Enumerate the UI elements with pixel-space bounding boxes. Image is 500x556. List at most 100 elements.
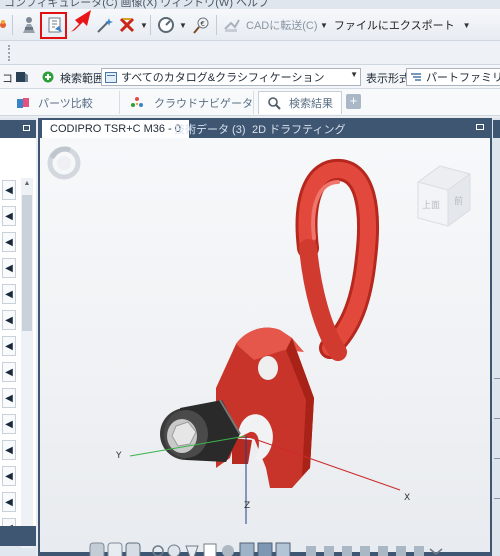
cad-transfer-button[interactable]: CADに転送(C) (222, 14, 318, 36)
toolbar-figure-icon[interactable] (18, 14, 40, 36)
search-scope-select[interactable]: すべてのカタログ&クラシフィケーション ▼ (101, 68, 361, 86)
list-item[interactable]: ◀ (2, 336, 16, 356)
lifting-ring (295, 159, 379, 361)
3d-canvas[interactable]: 上面 前 Y X Z (40, 138, 490, 556)
toolbar-grip[interactable] (8, 45, 10, 61)
tab-2d-drafting-label: 2D ドラフティング (252, 124, 346, 136)
display-format-value: パートファミリと個 (426, 72, 500, 84)
list-item[interactable]: ◀ (2, 414, 16, 434)
list-item[interactable]: ◀ (2, 388, 16, 408)
chevron-down-icon[interactable]: ▼ (350, 70, 358, 79)
left-panel: ◀ ◀ ◀ ◀ ◀ ◀ ◀ ◀ ◀ ◀ ◀ ◀ ◀ ◀ ▲ ▼ (0, 118, 36, 556)
view-toolbar (88, 540, 448, 556)
tab-cloud-navigator-label: クラウドナビゲータ (154, 97, 253, 110)
view-right-icon[interactable] (360, 546, 370, 556)
display-format-label: 表示形式 (366, 73, 410, 85)
view-cube[interactable]: 上面 前 (416, 165, 472, 227)
list-item[interactable]: ◀ (2, 232, 16, 252)
axis-z-label: Z (244, 501, 250, 511)
display-mode-3-icon[interactable] (275, 542, 291, 556)
view-back-icon[interactable] (324, 546, 334, 556)
tab-search-results-label: 検索結果 (289, 98, 333, 110)
tab-search-results[interactable]: 検索結果 (258, 91, 342, 114)
cylinder-shaded-icon[interactable] (89, 542, 105, 556)
divider (494, 498, 500, 499)
divider (494, 418, 500, 419)
search-scope-label: 検索範囲 (60, 73, 104, 85)
maximize-icon[interactable] (476, 124, 484, 130)
main-toolbar: ▼ ▼ € CADに転送(C) ▼ ファイルにエクスポート ▼ (0, 9, 500, 41)
list-item[interactable]: ◀ (2, 310, 16, 330)
view-toolbar-icons (89, 542, 443, 556)
export-button[interactable]: ▼ ファイルにエクスポート ▼ (318, 14, 471, 36)
tab-parts-compare-label: パーツ比較 (38, 97, 93, 110)
cad-transfer-icon (224, 19, 240, 32)
left-panel-header (0, 120, 36, 138)
svg-text:€: € (201, 20, 205, 28)
left-panel-footer (0, 526, 36, 546)
chevron-down-icon[interactable]: ▼ (179, 21, 187, 30)
list-item[interactable]: ◀ (2, 258, 16, 278)
left-panel-body: ◀ ◀ ◀ ◀ ◀ ◀ ◀ ◀ ◀ ◀ ◀ ◀ ◀ ◀ ▲ ▼ (0, 138, 36, 548)
tab-2d-drafting[interactable]: 2D ドラフティング (244, 120, 353, 138)
chevron-down-icon[interactable] (429, 548, 443, 555)
add-circle-icon[interactable] (42, 71, 54, 83)
left-panel-scrollbar[interactable]: ▲ ▼ (21, 178, 33, 548)
view-front-icon[interactable] (306, 546, 316, 556)
rotate-icon[interactable] (167, 544, 181, 556)
list-item[interactable]: ◀ (2, 466, 16, 486)
scrollbar-thumb[interactable] (22, 195, 32, 331)
viewcube-front-label: 前 (454, 195, 463, 207)
sphere-icon[interactable] (222, 545, 234, 556)
search-icon (268, 97, 281, 110)
book-icon[interactable] (15, 71, 29, 83)
list-item[interactable]: ◀ (2, 180, 16, 200)
list-item[interactable]: ◀ (2, 440, 16, 460)
scroll-up-icon[interactable]: ▲ (22, 180, 32, 190)
viewer-tab-bar: CODIPRO TSR+C M36 - 0 技術データ (3) 2D ドラフティ… (38, 118, 492, 138)
list-item[interactable]: ◀ (2, 206, 16, 226)
view-left-icon[interactable] (342, 546, 352, 556)
chevron-down-icon[interactable]: ▼ (463, 21, 471, 30)
toolbar-delete-icon[interactable]: ▼ (116, 14, 148, 36)
measure-icon[interactable] (185, 545, 199, 556)
toolbar-gauge-icon[interactable]: ▼ (155, 14, 187, 36)
add-tab-button[interactable]: + (346, 94, 361, 109)
tab-technical-data[interactable]: 技術データ (3) (166, 120, 254, 138)
tab-3d-view-label: CODIPRO TSR+C M36 - 0 (50, 123, 181, 135)
grid-icon[interactable] (203, 543, 217, 556)
display-mode-1-icon[interactable] (239, 542, 255, 556)
view-iso-icon[interactable] (414, 546, 424, 556)
list-item[interactable]: ◀ (2, 492, 16, 512)
cad-transfer-label: CADに転送(C) (246, 20, 318, 32)
tab-technical-data-label: 技術データ (3) (174, 124, 246, 136)
view-bottom-icon[interactable] (396, 546, 406, 556)
divider (494, 378, 500, 379)
toolbar-separator (12, 15, 13, 35)
cylinder-wire-icon[interactable] (107, 542, 123, 556)
search-row: コ 検索範囲 すべてのカタログ&クラシフィケーション ▼ 表示形式 パートファミ… (0, 65, 500, 89)
toolbar-separator (150, 15, 151, 35)
loading-spinner-icon (47, 146, 81, 180)
zoom-icon[interactable] (152, 545, 164, 556)
menu-bar-text[interactable]: コンフィギュレータ(C) 画像(X) ウィンドウ(W) ヘルプ (4, 0, 269, 9)
compare-icon (17, 97, 29, 108)
secondary-toolbar (0, 41, 500, 65)
viewcube-top-label: 上面 (422, 200, 440, 211)
display-format-select[interactable]: パートファミリと個 (406, 68, 500, 86)
maximize-icon[interactable] (23, 125, 30, 131)
list-item[interactable]: ◀ (2, 362, 16, 382)
panel-tab-row: パーツ比較 クラウドナビゲータ 検索結果 + (0, 89, 500, 116)
chevron-down-icon[interactable]: ▼ (320, 21, 328, 30)
list-item[interactable]: ◀ (2, 284, 16, 304)
chevron-down-icon[interactable]: ▼ (140, 21, 148, 30)
toolbar-wand-icon[interactable] (94, 14, 116, 36)
toolbar-price-icon[interactable]: € (190, 14, 212, 36)
export-label: ファイルにエクスポート (333, 20, 455, 32)
view-top-icon[interactable] (378, 546, 388, 556)
toolbar-flower-icon[interactable] (0, 14, 10, 36)
cylinder-hidden-icon[interactable] (125, 542, 141, 556)
tab-parts-compare[interactable]: パーツ比較 (8, 91, 120, 114)
display-mode-2-icon[interactable] (257, 542, 273, 556)
tab-cloud-navigator[interactable]: クラウドナビゲータ (120, 91, 254, 114)
